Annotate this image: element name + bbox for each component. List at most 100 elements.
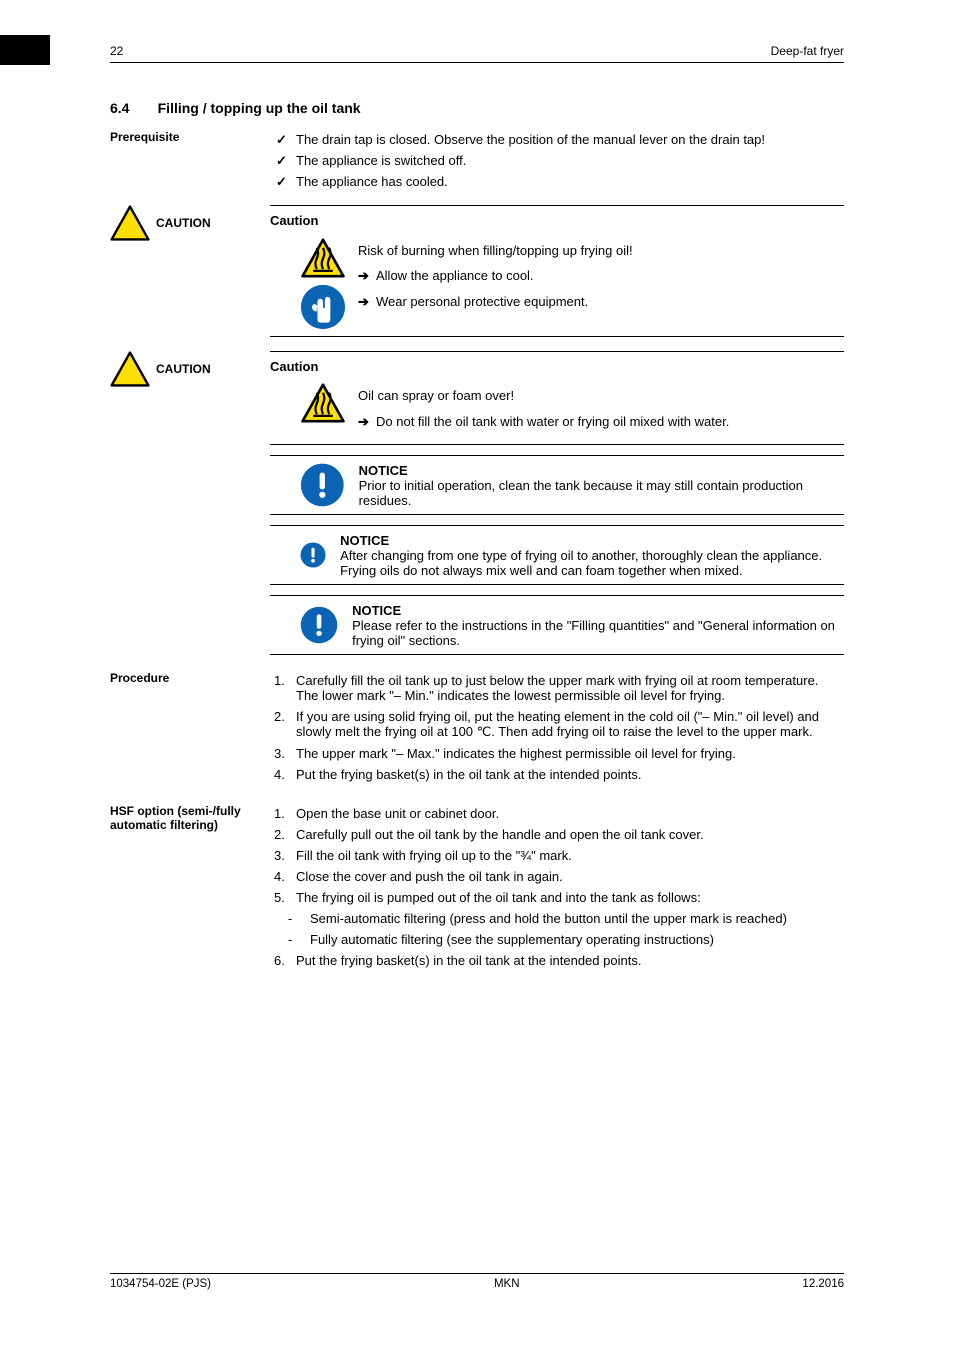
divider bbox=[270, 654, 844, 655]
notice-block: NOTICE After changing from one type of f… bbox=[270, 526, 844, 584]
notice-block: NOTICE Prior to initial operation, clean… bbox=[270, 456, 844, 514]
notice-body: After changing from one type of frying o… bbox=[340, 548, 844, 578]
step-text: Close the cover and push the oil tank in… bbox=[296, 869, 563, 884]
caution-sidebar: CAUTION bbox=[110, 351, 270, 387]
caution-body: Risk of burning when filling/topping up … bbox=[270, 238, 844, 330]
list-item: 6.Put the frying basket(s) in the oil ta… bbox=[270, 953, 844, 968]
caution-bullet: ➔Do not fill the oil tank with water or … bbox=[358, 413, 844, 431]
list-item: 5. The frying oil is pumped out of the oi… bbox=[270, 890, 844, 905]
caution-heading: Caution bbox=[270, 358, 844, 376]
footer-right: 12.2016 bbox=[802, 1278, 844, 1290]
warning-triangle-icon bbox=[110, 351, 150, 387]
caution-bullet: ➔Allow the appliance to cool. bbox=[358, 267, 844, 285]
caution-sidebar: CAUTION bbox=[110, 205, 270, 241]
caution-block-1: CAUTION Caution bbox=[110, 205, 844, 337]
list-item: 4. Close the cover and push the oil tank … bbox=[270, 869, 844, 884]
step-text: The frying oil is pumped out of the oil … bbox=[296, 890, 701, 905]
step-number: 2. bbox=[274, 709, 285, 724]
footer-left: 1034754-02E (PJS) bbox=[110, 1278, 211, 1290]
info-mandatory-icon bbox=[300, 532, 326, 578]
step-number: - bbox=[288, 911, 292, 926]
caution-line: Oil can spray or foam over! bbox=[358, 387, 844, 405]
list-item: 4. Put the frying basket(s) in the oil ta… bbox=[270, 767, 844, 782]
notice-body: Please refer to the instructions in the … bbox=[352, 618, 844, 648]
caution-block-2: CAUTION Caution bbox=[110, 351, 844, 656]
page-content: 6.4 Filling / topping up the oil tank Pr… bbox=[110, 100, 844, 1230]
page-side-tab bbox=[0, 35, 50, 65]
divider bbox=[270, 584, 844, 585]
notice-block: NOTICE Please refer to the instructions … bbox=[270, 596, 844, 654]
step-number: 2. bbox=[274, 827, 285, 842]
list-item: 2.Carefully pull out the oil tank by the… bbox=[270, 827, 844, 842]
divider bbox=[270, 336, 844, 337]
notice-body: Prior to initial operation, clean the ta… bbox=[359, 478, 844, 508]
caution-icons bbox=[300, 383, 346, 438]
prerequisite-list: The drain tap is closed. Observe the pos… bbox=[270, 132, 844, 189]
warning-triangle-icon bbox=[110, 205, 150, 241]
procedure-block: Procedure 1.Carefully fill the oil tank … bbox=[110, 669, 844, 788]
page-header: 22 Deep-fat fryer bbox=[110, 44, 844, 63]
caution-icons bbox=[300, 238, 346, 330]
sidebar-label-hsf: HSF option (semi-/fully automatic filter… bbox=[110, 802, 270, 832]
divider bbox=[270, 444, 844, 445]
list-item: The appliance has cooled. bbox=[270, 174, 844, 189]
step-number: 6. bbox=[274, 953, 285, 968]
page-footer: 1034754-02E (PJS) MKN 12.2016 bbox=[110, 1273, 844, 1290]
list-item: 3. Fill the oil tank with frying oil up t… bbox=[270, 848, 844, 863]
sidebar-label-prerequisite: Prerequisite bbox=[110, 128, 270, 144]
caution-line: Risk of burning when filling/topping up … bbox=[358, 242, 844, 260]
section-title: Filling / topping up the oil tank bbox=[158, 100, 361, 116]
step-number: 4. bbox=[274, 767, 285, 782]
step-number: 5. bbox=[274, 890, 285, 905]
divider bbox=[270, 514, 844, 515]
footer-center: MKN bbox=[494, 1278, 520, 1290]
step-text: Semi-automatic filtering (press and hold… bbox=[310, 911, 787, 926]
step-text: If you are using solid frying oil, put t… bbox=[296, 709, 819, 739]
caution-bullet-text: Allow the appliance to cool. bbox=[376, 268, 534, 283]
step-number: 3. bbox=[274, 746, 285, 761]
hot-surface-icon bbox=[300, 238, 346, 278]
list-item: 3. The upper mark "– Max." indicates the … bbox=[270, 746, 844, 761]
notice-label: NOTICE bbox=[340, 533, 389, 548]
notice-label: NOTICE bbox=[352, 603, 401, 618]
caution-bullet-text: Wear personal protective equipment. bbox=[376, 294, 588, 309]
procedure-list: 1.Carefully fill the oil tank up to just… bbox=[270, 673, 844, 782]
page-title: Deep-fat fryer bbox=[771, 44, 844, 58]
arrow-right-icon: ➔ bbox=[358, 293, 376, 311]
step-text: The upper mark "– Max." indicates the hi… bbox=[296, 746, 736, 761]
section-heading: 6.4 Filling / topping up the oil tank bbox=[110, 100, 844, 116]
info-mandatory-icon bbox=[300, 462, 345, 508]
notice-label: NOTICE bbox=[359, 463, 408, 478]
list-item: 1. Open the base unit or cabinet door. bbox=[270, 806, 844, 821]
notice-text: NOTICE Please refer to the instructions … bbox=[352, 603, 844, 648]
section-number: 6.4 bbox=[110, 100, 154, 116]
caution-bullet-text: Do not fill the oil tank with water or f… bbox=[376, 414, 729, 429]
step-number: 4. bbox=[274, 869, 285, 884]
caution-text: Oil can spray or foam over! ➔Do not fill… bbox=[358, 383, 844, 438]
step-text: Put the frying basket(s) in the oil tank… bbox=[296, 767, 641, 782]
notice-text: NOTICE Prior to initial operation, clean… bbox=[359, 463, 844, 508]
caution-text: Risk of burning when filling/topping up … bbox=[358, 238, 844, 330]
hsf-list: 1. Open the base unit or cabinet door. 2.… bbox=[270, 806, 844, 968]
list-item: - Fully automatic filtering (see the sup… bbox=[284, 932, 844, 947]
caution-heading: Caution bbox=[270, 212, 844, 230]
step-number: - bbox=[288, 932, 292, 947]
list-item: - Semi-automatic filtering (press and ho… bbox=[284, 911, 844, 926]
step-text: Fill the oil tank with frying oil up to … bbox=[296, 848, 572, 863]
notice-text: NOTICE After changing from one type of f… bbox=[340, 533, 844, 578]
divider bbox=[270, 205, 844, 206]
list-item: 2. If you are using solid frying oil, put… bbox=[270, 709, 844, 740]
list-item: The drain tap is closed. Observe the pos… bbox=[270, 132, 844, 147]
list-item: 1.Carefully fill the oil tank up to just… bbox=[270, 673, 844, 703]
step-text: Open the base unit or cabinet door. bbox=[296, 806, 499, 821]
step-number: 1. bbox=[274, 806, 285, 821]
arrow-right-icon: ➔ bbox=[358, 267, 376, 285]
arrow-right-icon: ➔ bbox=[358, 413, 376, 431]
sidebar-label-procedure: Procedure bbox=[110, 669, 270, 685]
step-number: 1. bbox=[274, 673, 285, 688]
hsf-block: HSF option (semi-/fully automatic filter… bbox=[110, 802, 844, 974]
step-number: 3. bbox=[274, 848, 285, 863]
gloves-required-icon bbox=[300, 284, 346, 330]
caution-body: Oil can spray or foam over! ➔Do not fill… bbox=[270, 383, 844, 438]
caution-label: CAUTION bbox=[156, 362, 211, 376]
